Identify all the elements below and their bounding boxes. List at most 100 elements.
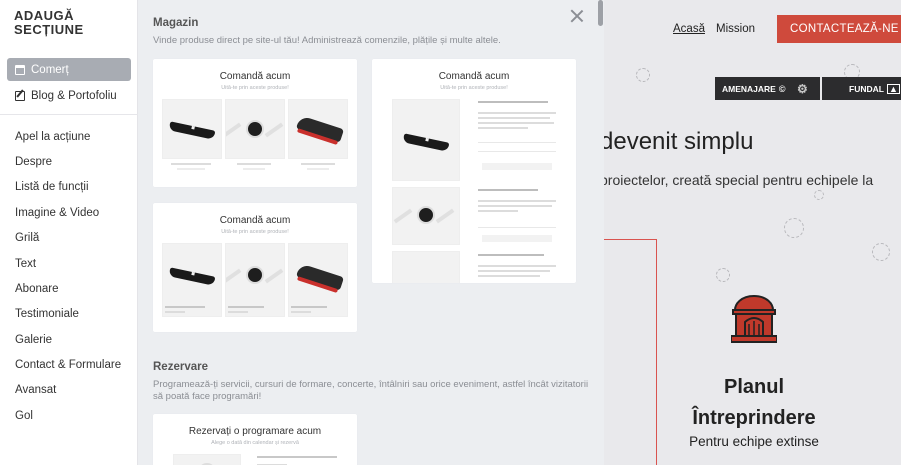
sidebar-item-empty[interactable]: Gol bbox=[15, 410, 33, 422]
product-caption bbox=[228, 306, 264, 308]
add-to-cart-button bbox=[482, 163, 552, 170]
product-description-line bbox=[478, 205, 552, 207]
booking-template-card[interactable]: Rezervați o programare acum Alege o dată… bbox=[153, 414, 357, 465]
decorative-circle bbox=[716, 268, 730, 282]
product-price bbox=[291, 311, 311, 313]
sidebar-item-contact-forms[interactable]: Contact & Formulare bbox=[15, 359, 121, 371]
product-description-line bbox=[478, 265, 556, 267]
card-title: Comandă acum bbox=[438, 71, 510, 82]
product-price bbox=[177, 168, 205, 170]
shop-template-card-grid[interactable]: Comandă acum Uită-te prin aceste produse… bbox=[153, 59, 357, 187]
layout-button[interactable]: AMENAJARE © ⚙ bbox=[715, 77, 820, 100]
booking-image bbox=[173, 454, 241, 465]
nav-link-mission[interactable]: Mission bbox=[716, 23, 755, 35]
booking-section-title: Rezervare bbox=[153, 361, 208, 373]
close-icon[interactable] bbox=[569, 8, 585, 24]
product-image-watch bbox=[392, 187, 460, 245]
contact-button[interactable]: CONTACTEAZĂ-NE bbox=[777, 15, 901, 43]
nav-link-home[interactable]: Acasă bbox=[673, 23, 705, 35]
sidebar-title: ADAUGĂ SECȚIUNE bbox=[14, 8, 84, 37]
sidebar-item-blog-portfolio[interactable]: Blog & Portofoliu bbox=[7, 84, 131, 107]
card-title: Comandă acum bbox=[219, 71, 291, 82]
plan-title: Planul Întreprindere bbox=[692, 376, 816, 429]
product-description-line bbox=[478, 270, 550, 272]
product-caption bbox=[291, 306, 327, 308]
sidebar-item-label: Blog & Portofoliu bbox=[31, 89, 117, 102]
plan-subtitle: Pentru echipe extinse bbox=[689, 434, 819, 449]
sidebar-divider bbox=[0, 114, 138, 115]
card-title: Comandă acum bbox=[219, 215, 291, 226]
sidebar-item-call-to-action[interactable]: Apel la acțiune bbox=[15, 131, 90, 143]
sidebar-item-gallery[interactable]: Galerie bbox=[15, 334, 52, 346]
add-to-cart-button bbox=[482, 235, 552, 242]
product-description-line bbox=[478, 275, 540, 277]
product-description-line bbox=[478, 117, 550, 119]
product-image-shoe bbox=[288, 99, 348, 159]
product-description-line bbox=[478, 112, 556, 114]
sidebar-item-advanced[interactable]: Avansat bbox=[15, 384, 56, 396]
decorative-circle bbox=[636, 68, 650, 82]
product-caption bbox=[301, 163, 335, 165]
sidebar-item-about[interactable]: Despre bbox=[15, 156, 52, 168]
pen-icon bbox=[15, 90, 25, 101]
pricing-card-border bbox=[656, 239, 657, 465]
product-caption bbox=[165, 306, 205, 308]
website-preview: Acasă Mission CONTACTEAZĂ-NE AMENAJARE ©… bbox=[604, 0, 901, 465]
section-category-sidebar: ADAUGĂ SECȚIUNE Comerț Blog & Portofoliu… bbox=[0, 0, 138, 465]
layout-button-label: AMENAJARE bbox=[722, 83, 776, 94]
shop-template-card-boxed[interactable]: Comandă acum Uită-te prin aceste produse… bbox=[153, 203, 357, 332]
card-subtitle: Uită-te prin aceste produse! bbox=[440, 85, 508, 91]
store-icon bbox=[15, 64, 25, 75]
hero-heading: devenit simplu bbox=[604, 128, 754, 155]
sidebar-item-text[interactable]: Text bbox=[15, 258, 36, 270]
building-icon bbox=[731, 294, 777, 343]
card-subtitle: Uită-te prin aceste produse! bbox=[221, 229, 289, 235]
sidebar-item-label: Comerț bbox=[31, 63, 69, 76]
product-caption bbox=[171, 163, 211, 165]
gear-icon[interactable]: ⚙ bbox=[797, 82, 808, 96]
sidebar-item-subscribe[interactable]: Abonare bbox=[15, 283, 58, 295]
product-price bbox=[307, 168, 329, 170]
sidebar-item-commerce[interactable]: Comerț bbox=[7, 58, 131, 81]
card-subtitle: Uită-te prin aceste produse! bbox=[221, 85, 289, 91]
card-subtitle: Alege o dată din calendar și rezervă bbox=[211, 440, 299, 446]
background-button[interactable]: FUNDAL ▲ bbox=[822, 77, 901, 100]
product-caption bbox=[237, 163, 271, 165]
booking-section-description: Programează-ți servicii, cursuri de form… bbox=[153, 379, 589, 402]
product-price bbox=[243, 168, 265, 170]
decorative-circle bbox=[784, 218, 804, 238]
booking-title-line bbox=[257, 456, 337, 458]
shop-section-description: Vinde produse direct pe site-ul tău! Adm… bbox=[153, 35, 501, 46]
section-templates-panel: Magazin Vinde produse direct pe site-ul … bbox=[138, 0, 604, 465]
product-description-line bbox=[478, 210, 518, 212]
product-title-line bbox=[478, 254, 544, 256]
decorative-circle bbox=[872, 243, 890, 261]
product-price bbox=[165, 311, 185, 313]
copyright-icon: © bbox=[778, 83, 786, 94]
sidebar-item-grid[interactable]: Grilă bbox=[15, 232, 39, 244]
hero-subheading: proiectelor, creată special pentru echip… bbox=[604, 172, 874, 188]
product-divider bbox=[478, 227, 556, 228]
sidebar-item-feature-list[interactable]: Listă de funcții bbox=[15, 181, 89, 193]
product-title-line bbox=[478, 101, 548, 103]
product-price bbox=[228, 311, 248, 313]
shop-template-card-list[interactable]: Comandă acum Uită-te prin aceste produse… bbox=[372, 59, 576, 283]
product-divider bbox=[478, 142, 556, 143]
sidebar-item-testimonials[interactable]: Testimoniale bbox=[15, 308, 79, 320]
product-image-placeholder bbox=[392, 251, 460, 283]
product-image-sunglasses bbox=[162, 99, 222, 159]
product-description-line bbox=[478, 200, 556, 202]
card-title: Rezervați o programare acum bbox=[188, 426, 322, 437]
product-divider bbox=[478, 151, 556, 152]
decorative-circle bbox=[814, 190, 824, 200]
pricing-card-border bbox=[604, 239, 657, 240]
panel-scrollbar[interactable] bbox=[598, 0, 603, 26]
product-image-sunglasses bbox=[392, 99, 460, 181]
background-button-label: FUNDAL bbox=[849, 83, 884, 94]
image-icon: ▲ bbox=[886, 83, 900, 94]
product-image-watch bbox=[225, 99, 285, 159]
sidebar-item-image-video[interactable]: Imagine & Video bbox=[15, 207, 99, 219]
product-description-line bbox=[478, 127, 528, 129]
shop-section-title: Magazin bbox=[153, 17, 199, 29]
product-title-line bbox=[478, 189, 538, 191]
